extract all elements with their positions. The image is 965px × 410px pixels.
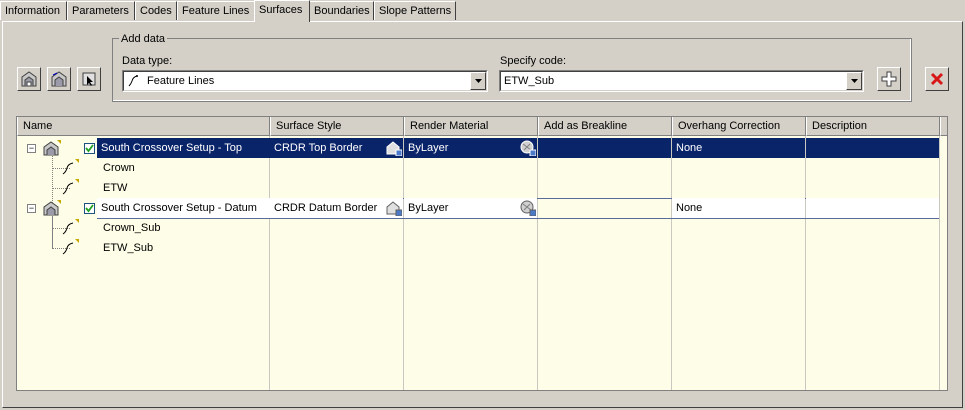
pick-cursor-icon (82, 72, 96, 86)
feature-line-icon (62, 239, 79, 255)
row-render-material[interactable]: ByLayer (404, 198, 537, 218)
row-name: Crown (103, 162, 135, 174)
row-name: ETW_Sub (103, 242, 154, 254)
surface-style-value: CRDR Top Border (274, 142, 363, 154)
tab-slope-patterns[interactable]: Slope Patterns (374, 1, 456, 20)
column-header-surface-style[interactable]: Surface Style (270, 117, 404, 136)
column-header-overhang-correction[interactable]: Overhang Correction (672, 117, 806, 136)
table-row[interactable]: Crown_Sub (17, 218, 941, 238)
tab-parameters[interactable]: Parameters (67, 1, 135, 20)
checkmark-icon (85, 144, 94, 153)
specify-code-label: Specify code: (500, 55, 567, 67)
specify-code-select[interactable]: ETW_Sub (499, 70, 864, 92)
tab-boundaries[interactable]: Boundaries (309, 1, 374, 20)
surface-from-feature-button[interactable] (47, 67, 71, 91)
surface-feature-icon (51, 71, 67, 87)
row-name: South Crossover Setup - Top (97, 138, 270, 158)
row-description[interactable] (806, 138, 939, 158)
collapse-toggle[interactable]: − (27, 144, 36, 153)
surface-add-icon (21, 71, 37, 87)
specify-code-value: ETW_Sub (504, 75, 555, 87)
include-checkbox[interactable] (84, 203, 95, 214)
column-header-name[interactable]: Name (17, 117, 270, 136)
row-overhang-correction[interactable]: None (672, 198, 805, 218)
column-header-description[interactable]: Description (806, 117, 940, 136)
column-header-add-as-breakline[interactable]: Add as Breakline (538, 117, 672, 136)
surface-style-value: CRDR Datum Border (274, 202, 378, 214)
material-edit-icon[interactable] (520, 140, 536, 156)
row-surface-style[interactable]: CRDR Datum Border (270, 198, 403, 218)
row-name: South Crossover Setup - Datum (97, 198, 270, 218)
red-x-icon (930, 72, 944, 86)
table-row[interactable]: − South Crossover Setup - Top CRDR Top B… (17, 138, 941, 158)
surfaces-grid: Name Surface Style Render Material Add a… (16, 116, 948, 391)
feature-line-icon (62, 179, 79, 195)
data-type-dropdown-arrow[interactable] (470, 72, 486, 90)
material-edit-icon[interactable] (520, 200, 536, 216)
row-description[interactable] (806, 198, 939, 218)
tab-strip: Information Parameters Codes Feature Lin… (0, 0, 965, 22)
style-edit-icon[interactable] (386, 140, 402, 156)
add-surface-button[interactable] (17, 67, 41, 91)
table-row[interactable]: − South Crossover Setup - Datum CRDR Dat… (17, 198, 941, 218)
row-add-as-breakline[interactable] (538, 138, 671, 158)
feature-line-icon (62, 159, 79, 175)
specify-code-dropdown-arrow[interactable] (846, 72, 862, 90)
table-row[interactable]: Crown (17, 158, 941, 178)
render-material-value: ByLayer (408, 202, 449, 214)
pick-surface-button[interactable] (77, 67, 101, 91)
feature-line-icon (128, 75, 138, 87)
row-overhang-correction[interactable]: None (672, 138, 805, 158)
tab-codes[interactable]: Codes (135, 1, 177, 20)
column-header-filler (940, 117, 947, 136)
row-render-material[interactable]: ByLayer (404, 138, 537, 158)
tab-feature-lines[interactable]: Feature Lines (177, 1, 255, 20)
delete-button[interactable] (925, 67, 949, 91)
feature-line-icon (62, 219, 79, 235)
include-checkbox[interactable] (84, 143, 95, 154)
chevron-down-icon (850, 79, 858, 83)
data-type-label: Data type: (122, 55, 173, 67)
grid-header: Name Surface Style Render Material Add a… (17, 117, 947, 136)
render-material-value: ByLayer (408, 142, 449, 154)
column-header-render-material[interactable]: Render Material (404, 117, 538, 136)
add-data-legend: Add data (119, 33, 168, 45)
row-add-as-breakline[interactable] (538, 198, 671, 218)
data-type-value: Feature Lines (147, 75, 215, 87)
collapse-toggle[interactable]: − (27, 204, 36, 213)
surface-icon (43, 140, 61, 156)
tab-surfaces[interactable]: Surfaces (254, 0, 310, 22)
chevron-down-icon (474, 79, 482, 83)
row-surface-style[interactable]: CRDR Top Border (270, 138, 403, 158)
row-name: Crown_Sub (103, 222, 161, 234)
add-button[interactable] (877, 67, 901, 91)
checkmark-icon (85, 204, 94, 213)
plus-icon (881, 71, 897, 87)
data-type-select[interactable]: Feature Lines (122, 70, 488, 92)
surface-icon (43, 200, 61, 216)
row-name: ETW (103, 182, 128, 194)
style-edit-icon[interactable] (386, 200, 402, 216)
table-row[interactable]: ETW (17, 178, 941, 198)
tab-information[interactable]: Information (0, 1, 67, 20)
table-row[interactable]: ETW_Sub (17, 238, 941, 258)
